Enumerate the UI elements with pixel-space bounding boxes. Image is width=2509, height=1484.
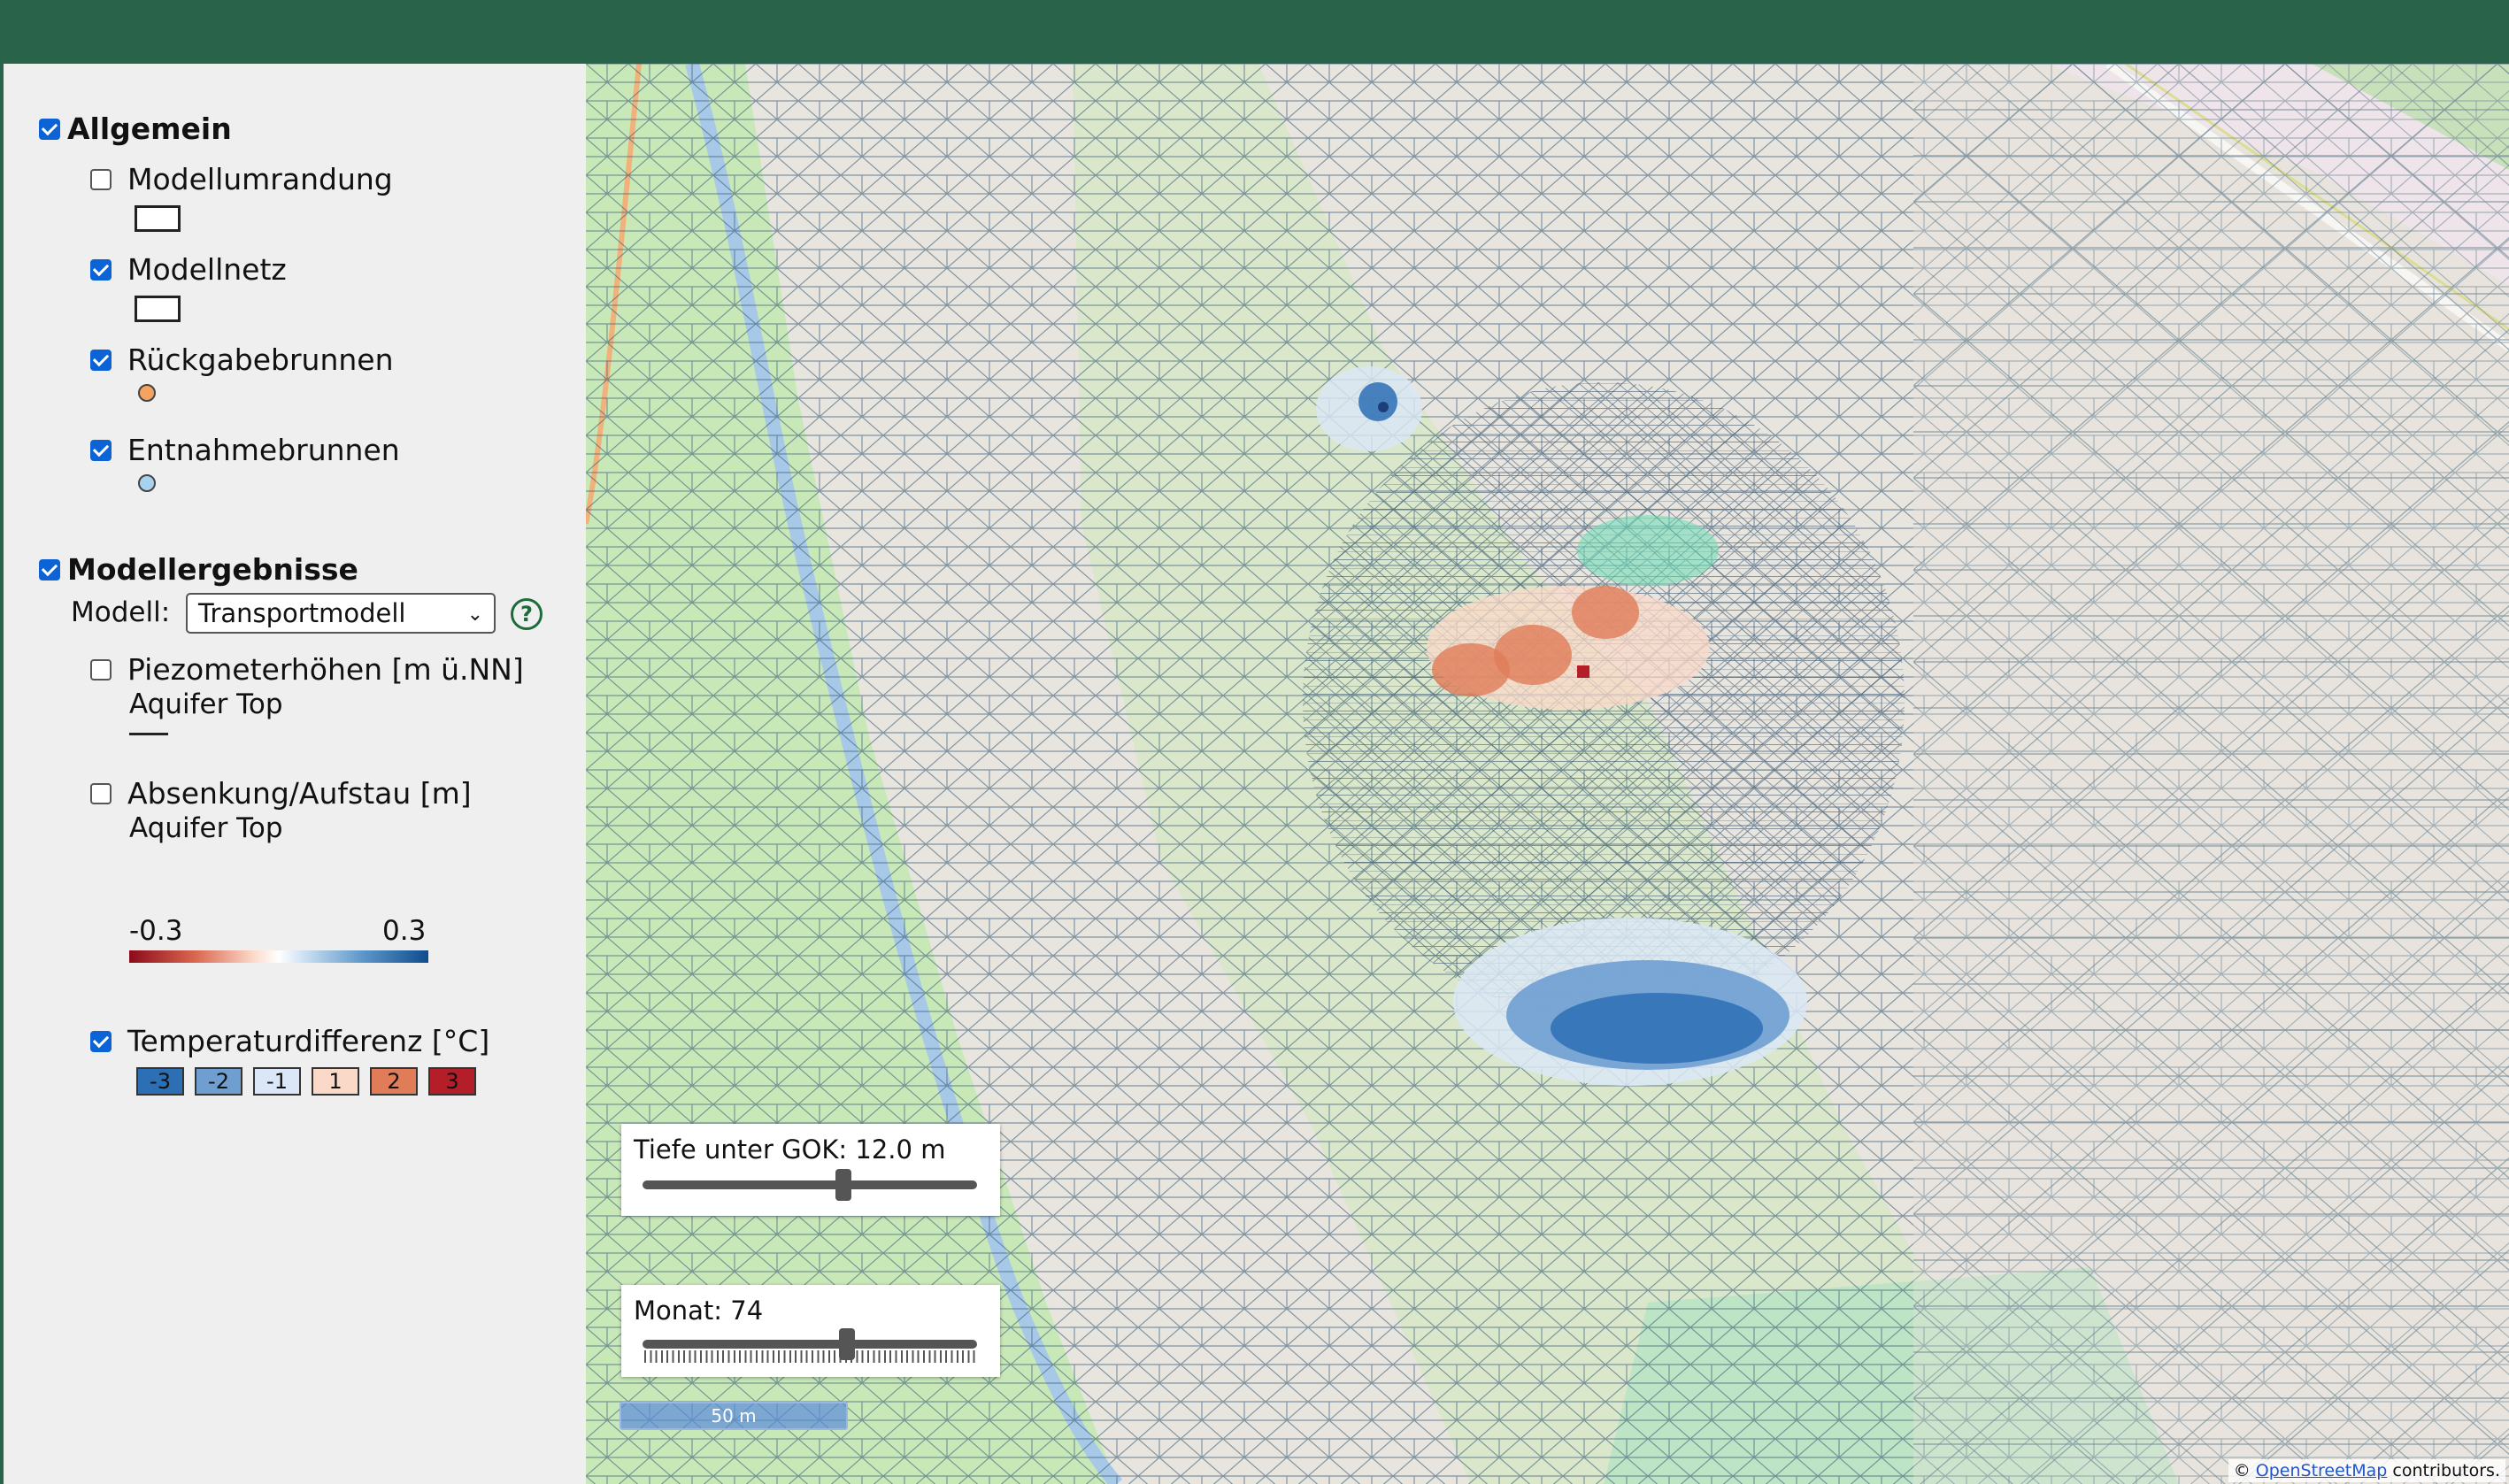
- extraction-well-symbol: [138, 474, 156, 492]
- green-patch: [1577, 515, 1719, 586]
- top-header-bar: [0, 0, 2509, 64]
- layer-modellumrandung-label: Modellumrandung: [127, 162, 393, 196]
- checkbox-entnahmebrunnen[interactable]: [90, 440, 112, 461]
- isoline-symbol: [129, 733, 168, 735]
- mesh-symbol: [135, 296, 181, 322]
- layer-absenkung-sublabel: Aquifer Top: [129, 812, 283, 844]
- plume-warm-core: [1494, 625, 1572, 685]
- map-view[interactable]: Tiefe unter GOK: 12.0 m Monat: 74 50 m ©…: [586, 64, 2509, 1484]
- plume-warm-core: [1572, 586, 1639, 639]
- plume-cold-core: [1551, 993, 1763, 1064]
- drawdown-gradient-legend: [129, 950, 428, 963]
- checkbox-temperaturdifferenz[interactable]: [90, 1031, 112, 1052]
- group-allgemein[interactable]: Allgemein: [39, 111, 232, 146]
- layer-piezometer[interactable]: Piezometerhöhen [m ü.NN]: [90, 653, 524, 687]
- model-label: Modell:: [71, 596, 171, 628]
- legend-cell: 2: [370, 1067, 418, 1096]
- help-icon[interactable]: ?: [511, 598, 543, 630]
- map-canvas[interactable]: [586, 64, 2509, 1484]
- checkbox-modellergebnisse[interactable]: [39, 558, 60, 581]
- layer-temperaturdifferenz-label: Temperaturdifferenz [°C]: [127, 1024, 490, 1058]
- checkbox-modellnetz[interactable]: [90, 259, 112, 281]
- gradient-max-label: 0.3: [382, 915, 427, 947]
- legend-cell: -2: [195, 1067, 242, 1096]
- temperature-legend: -3 -2 -1 1 2 3: [136, 1067, 476, 1096]
- legend-cell: 3: [428, 1067, 476, 1096]
- injection-well-symbol: [138, 384, 156, 402]
- boundary-symbol: [135, 205, 181, 232]
- group-modellergebnisse-label: Modellergebnisse: [67, 552, 358, 587]
- layer-rueckgabebrunnen-label: Rückgabebrunnen: [127, 342, 394, 377]
- plume-cold-core-small: [1358, 382, 1397, 421]
- model-select[interactable]: Transportmodell ⌄: [186, 593, 496, 634]
- depth-label: Tiefe unter GOK: 12.0 m: [634, 1134, 946, 1165]
- checkbox-allgemein[interactable]: [39, 118, 60, 140]
- layer-piezometer-sublabel: Aquifer Top: [129, 688, 283, 720]
- layer-entnahmebrunnen[interactable]: Entnahmebrunnen: [90, 434, 400, 467]
- checkbox-piezometer[interactable]: [90, 659, 112, 680]
- scale-bar: 50 m: [620, 1402, 848, 1430]
- injection-well-marker: [1577, 665, 1589, 678]
- group-allgemein-label: Allgemein: [67, 111, 232, 146]
- layer-rueckgabebrunnen[interactable]: Rückgabebrunnen: [90, 343, 394, 377]
- layer-temperaturdifferenz[interactable]: Temperaturdifferenz [°C]: [90, 1025, 489, 1058]
- layer-entnahmebrunnen-label: Entnahmebrunnen: [127, 433, 400, 467]
- legend-cell: 1: [312, 1067, 359, 1096]
- month-slider-panel: Monat: 74: [621, 1285, 1000, 1377]
- mesh-coarse-fade: [1913, 64, 2509, 1484]
- checkbox-absenkung[interactable]: [90, 783, 112, 804]
- month-label: Monat: 74: [634, 1296, 764, 1326]
- legend-cell: -1: [253, 1067, 301, 1096]
- depth-slider-track[interactable]: [643, 1180, 977, 1189]
- month-slider-track[interactable]: [643, 1340, 977, 1349]
- attribution-prefix: ©: [2233, 1461, 2251, 1480]
- checkbox-rueckgabebrunnen[interactable]: [90, 350, 112, 371]
- layer-absenkung-label: Absenkung/Aufstau [m]: [127, 776, 472, 811]
- attribution-suffix: contributors.: [2392, 1461, 2500, 1480]
- layer-modellnetz[interactable]: Modellnetz: [90, 253, 287, 287]
- map-attribution: © OpenStreetMap contributors.: [2228, 1459, 2505, 1482]
- layer-modellumrandung[interactable]: Modellumrandung: [90, 163, 393, 196]
- openstreetmap-link[interactable]: OpenStreetMap: [2256, 1461, 2388, 1480]
- extraction-well-marker: [1378, 402, 1389, 412]
- layer-absenkung[interactable]: Absenkung/Aufstau [m]: [90, 777, 472, 811]
- month-slider-ticks: [644, 1350, 975, 1363]
- layer-piezometer-label: Piezometerhöhen [m ü.NN]: [127, 652, 524, 687]
- legend-cell: -3: [136, 1067, 184, 1096]
- model-select-value: Transportmodell: [198, 598, 406, 628]
- depth-slider-thumb[interactable]: [835, 1169, 851, 1201]
- depth-slider-panel: Tiefe unter GOK: 12.0 m: [621, 1124, 1000, 1216]
- group-modellergebnisse[interactable]: Modellergebnisse: [39, 552, 358, 587]
- layer-modellnetz-label: Modellnetz: [127, 252, 287, 287]
- chevron-down-icon: ⌄: [466, 604, 483, 626]
- gradient-min-label: -0.3: [129, 915, 183, 947]
- month-slider-thumb[interactable]: [838, 1328, 855, 1360]
- checkbox-modellumrandung[interactable]: [90, 169, 112, 190]
- layer-sidebar: Allgemein Modellumrandung Modellnetz Rüc…: [0, 64, 586, 1484]
